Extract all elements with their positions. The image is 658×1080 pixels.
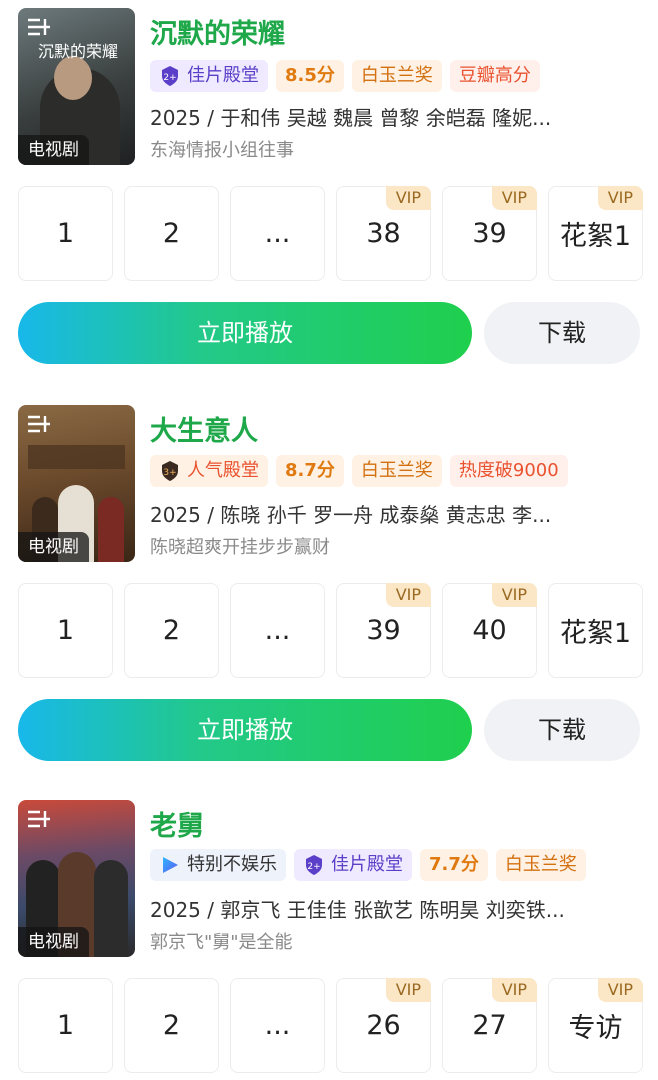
show-title[interactable]: 沉默的荣耀 [150,12,285,51]
episode-button[interactable]: 1 [18,583,113,678]
play-arrow-icon [159,854,181,876]
show-subtitle: 陈晓超爽开挂步步赢财 [150,537,330,558]
vip-badge: VIP [491,186,537,210]
action-row: 立即播放 下载 [18,302,640,364]
episode-more-button[interactable]: ... [230,978,325,1073]
episode-button[interactable]: 26 VIP [336,978,431,1073]
highlight-tag[interactable]: 热度破9000 [449,455,568,487]
vip-badge: VIP [385,978,431,1002]
episode-button[interactable]: 38 VIP [336,186,431,281]
type-badge: 电视剧 [18,927,89,957]
svg-text:2+: 2+ [307,862,320,872]
vip-badge: VIP [597,978,643,1002]
show-subtitle: 郭京飞"舅"是全能 [150,932,293,953]
type-badge: 电视剧 [18,135,89,165]
episode-button[interactable]: 39 VIP [336,583,431,678]
show-card: 电视剧 大生意人 3+ 人气殿堂 8.7分 白玉兰奖 热度破9000 2025 … [0,405,658,765]
vip-badge: VIP [597,186,643,210]
poster-image[interactable]: 沉默的荣耀 电视剧 [18,8,135,165]
poster-image[interactable]: 电视剧 [18,405,135,562]
laurel-3plus-icon: 3+ [159,460,181,482]
interview-button[interactable]: 专访 VIP [548,978,643,1073]
action-row: 立即播放 下载 [18,699,640,761]
episode-button[interactable]: 2 [124,583,219,678]
cast-meta: 2025 / 郭京飞 王佳佳 张歆艺 陈明昊 刘奕铁... [150,898,565,922]
episode-button[interactable]: 40 VIP [442,583,537,678]
tag-label: 特别不娱乐 [187,854,277,875]
episode-list: 1 2 ... 26 VIP 27 VIP 专访 VIP [18,978,643,1073]
laurel-2plus-icon: 2+ [159,65,181,87]
tag-label: 人气殿堂 [187,460,259,481]
vip-badge: VIP [385,583,431,607]
episode-button[interactable]: 1 [18,978,113,1073]
episode-more-button[interactable]: ... [230,583,325,678]
svg-text:2+: 2+ [163,73,176,83]
app-logo-icon [26,413,52,435]
show-subtitle: 东海情报小组往事 [150,140,294,161]
app-logo-icon [26,808,52,830]
laurel-2plus-icon: 2+ [303,854,325,876]
score-tag: 8.7分 [276,455,344,487]
play-now-button[interactable]: 立即播放 [18,699,472,761]
show-title[interactable]: 老舅 [150,804,204,843]
extras-button[interactable]: 花絮1 VIP [548,186,643,281]
cast-meta: 2025 / 陈晓 孙千 罗一舟 成泰燊 黄志忠 李... [150,503,552,527]
cast-meta: 2025 / 于和伟 吴越 魏晨 曾黎 余皑磊 隆妮... [150,106,552,130]
score-tag: 7.7分 [420,849,488,881]
vip-badge: VIP [491,583,537,607]
episode-button[interactable]: 2 [124,186,219,281]
episode-list: 1 2 ... 39 VIP 40 VIP 花絮1 [18,583,643,678]
tag[interactable]: 特别不娱乐 [150,849,286,881]
tag-row: 2+ 佳片殿堂 8.5分 白玉兰奖 豆瓣高分 [150,60,540,92]
download-button[interactable]: 下载 [484,699,640,761]
tag[interactable]: 2+ 佳片殿堂 [294,849,412,881]
episode-button[interactable]: 2 [124,978,219,1073]
poster-caption: 沉默的荣耀 [38,42,119,61]
episode-button[interactable]: 1 [18,186,113,281]
poster-image[interactable]: 电视剧 [18,800,135,957]
tag-row: 3+ 人气殿堂 8.7分 白玉兰奖 热度破9000 [150,455,568,487]
episode-button[interactable]: 27 VIP [442,978,537,1073]
episode-button[interactable]: 39 VIP [442,186,537,281]
svg-text:3+: 3+ [163,468,176,478]
score-tag: 8.5分 [276,60,344,92]
type-badge: 电视剧 [18,532,89,562]
download-button[interactable]: 下载 [484,302,640,364]
tag-label: 佳片殿堂 [331,854,403,875]
show-card: 沉默的荣耀 电视剧 沉默的荣耀 2+ 佳片殿堂 8.5分 白玉兰奖 豆瓣高分 2… [0,8,658,368]
award-tag[interactable]: 白玉兰奖 [495,849,586,881]
tag-row: 特别不娱乐 2+ 佳片殿堂 7.7分 白玉兰奖 [150,849,586,881]
vip-badge: VIP [491,978,537,1002]
tag-label: 佳片殿堂 [187,65,259,86]
app-logo-icon [26,16,52,38]
tag[interactable]: 3+ 人气殿堂 [150,455,268,487]
show-title[interactable]: 大生意人 [150,409,258,448]
award-tag[interactable]: 白玉兰奖 [351,455,442,487]
vip-badge: VIP [385,186,431,210]
award-tag[interactable]: 白玉兰奖 [351,60,442,92]
tag[interactable]: 2+ 佳片殿堂 [150,60,268,92]
highlight-tag[interactable]: 豆瓣高分 [449,60,540,92]
extras-button[interactable]: 花絮1 [548,583,643,678]
play-now-button[interactable]: 立即播放 [18,302,472,364]
show-card: 电视剧 老舅 特别不娱乐 2+ 佳片殿堂 7.7分 白玉兰奖 2025 / 郭京… [0,800,658,1080]
episode-more-button[interactable]: ... [230,186,325,281]
episode-list: 1 2 ... 38 VIP 39 VIP 花絮1 VIP [18,186,643,281]
